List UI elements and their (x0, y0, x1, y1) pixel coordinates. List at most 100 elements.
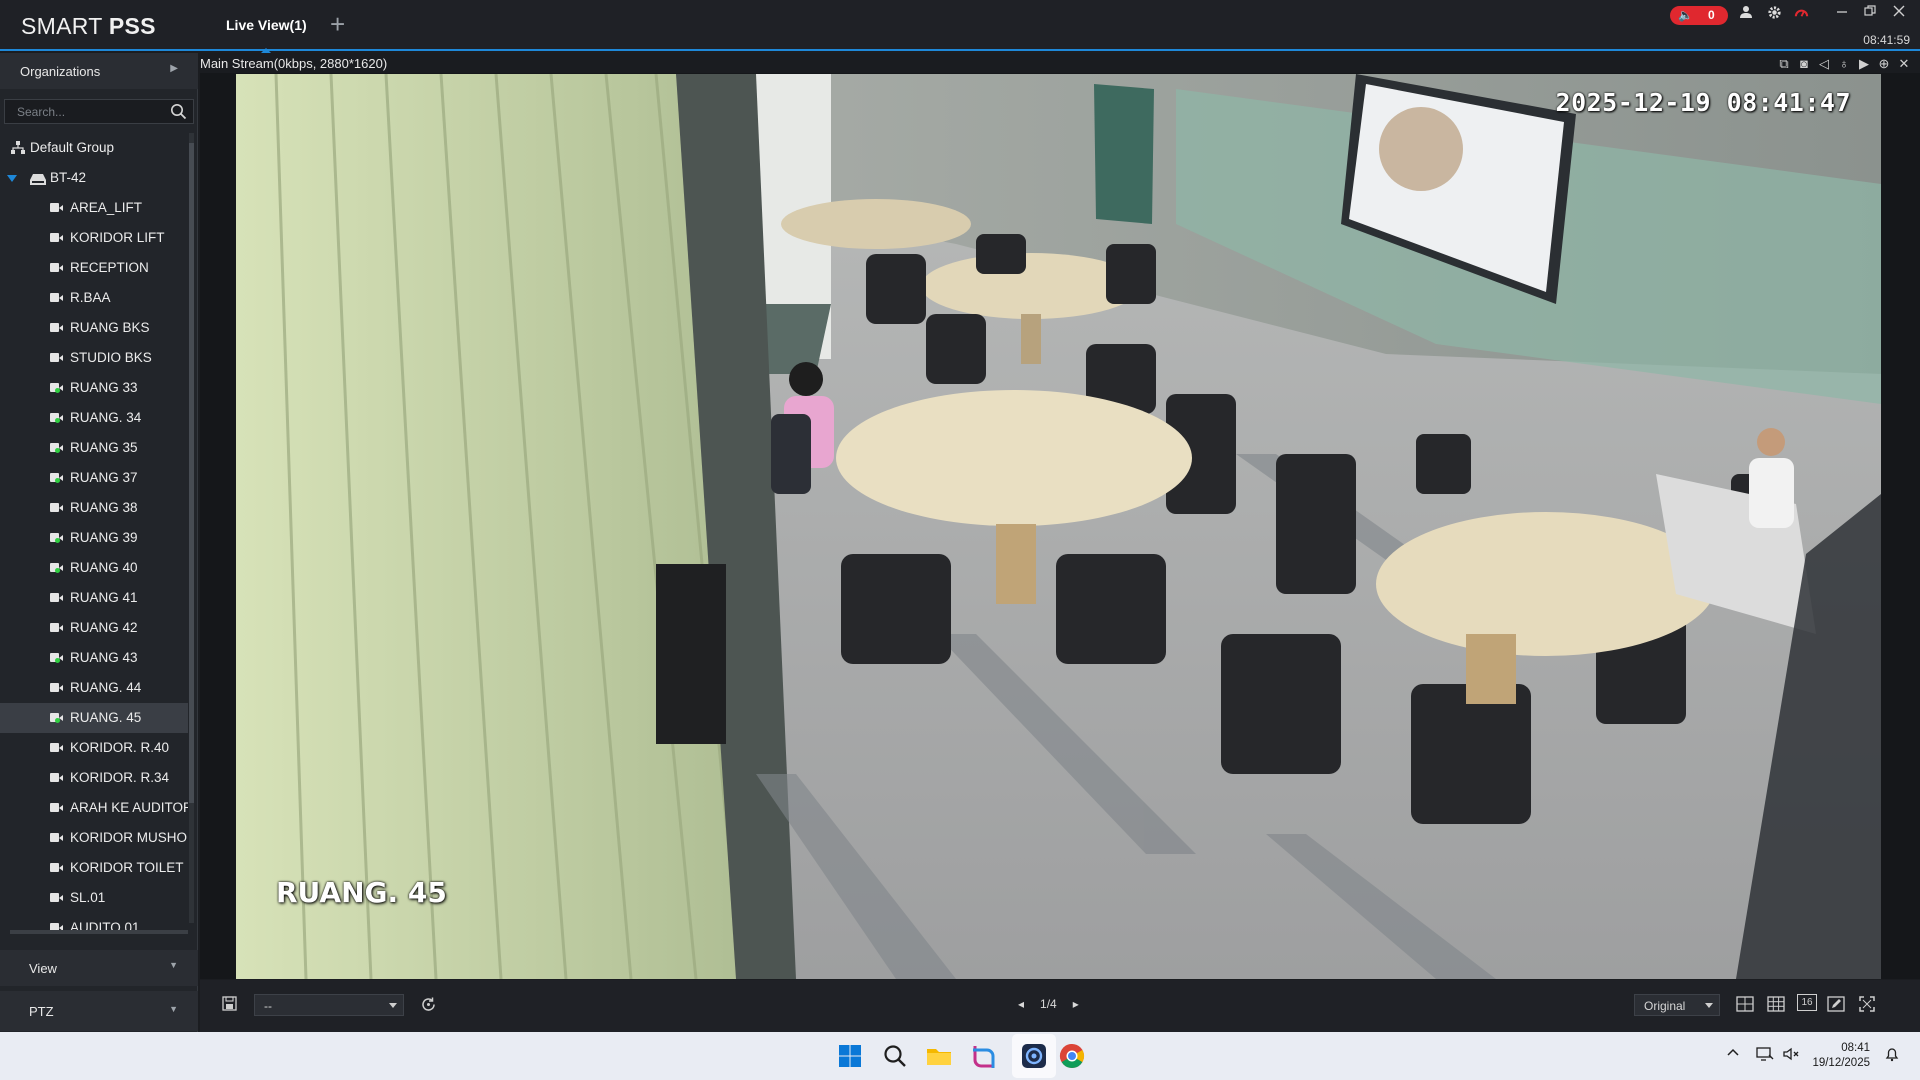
close-icon[interactable] (1893, 4, 1905, 21)
osd-channel-name: RUANG. 45 (276, 876, 447, 909)
tree-camera-item[interactable]: RUANG. 34 (0, 403, 188, 433)
tree-camera-item[interactable]: RUANG 40 (0, 553, 188, 583)
refresh-icon[interactable] (420, 996, 437, 1017)
tree-default-group[interactable]: Default Group (0, 133, 188, 163)
expand-caret-icon[interactable] (7, 175, 17, 182)
snapshot-icon[interactable]: ◙ (1794, 56, 1814, 71)
tree-camera-item[interactable]: R.BAA (0, 283, 188, 313)
tree-camera-item[interactable]: SL.01 (0, 883, 188, 913)
network-icon[interactable] (1756, 1046, 1774, 1065)
camera-label: KORIDOR LIFT (70, 230, 165, 245)
minimize-icon[interactable] (1836, 4, 1848, 21)
tree-horizontal-scrollbar[interactable] (10, 930, 188, 934)
notification-bell-icon[interactable] (1884, 1046, 1900, 1065)
tree-camera-item[interactable]: KORIDOR LIFT (0, 223, 188, 253)
taskbar-search-icon[interactable] (879, 1040, 911, 1072)
zoom-icon[interactable]: ⊕ (1874, 56, 1894, 72)
tree-camera-item[interactable]: RUANG 33 (0, 373, 188, 403)
windows-start-icon[interactable] (834, 1040, 866, 1072)
view-select[interactable]: -- (254, 994, 404, 1016)
fullscreen-icon[interactable] (1859, 996, 1875, 1016)
taskbar-date: 19/12/2025 (1812, 1057, 1870, 1069)
search-icon[interactable] (170, 103, 187, 125)
restore-icon[interactable] (1864, 4, 1876, 21)
chrome-icon[interactable] (1056, 1040, 1088, 1072)
tree-camera-item[interactable]: STUDIO BKS (0, 343, 188, 373)
tree-camera-item[interactable]: KORIDOR MUSHOLA (0, 823, 188, 853)
camera-video-frame[interactable]: 2025-12-19 08:41:47 RUANG. 45 (236, 74, 1881, 979)
camera-label: RUANG. 34 (70, 410, 142, 425)
tree-camera-item[interactable]: RUANG. 45 (0, 703, 188, 733)
tree-camera-item[interactable]: RUANG 39 (0, 523, 188, 553)
layout-9-icon[interactable] (1767, 996, 1785, 1016)
performance-icon[interactable] (1794, 5, 1809, 24)
alarm-button[interactable]: 🔈 0 (1670, 6, 1728, 25)
camera-label: RUANG. 44 (70, 680, 142, 695)
organizations-header[interactable]: Organizations ▶ (0, 53, 198, 89)
save-view-icon[interactable] (222, 996, 237, 1015)
ptz-header[interactable]: PTZ ▼ (0, 991, 198, 1031)
tree-camera-item[interactable]: RUANG 35 (0, 433, 188, 463)
gear-icon[interactable] (1767, 5, 1782, 24)
record-icon[interactable]: ▶ (1854, 56, 1874, 72)
tree-device[interactable]: BT-42 (0, 163, 188, 193)
page-indicator: 1/4 (1040, 997, 1057, 1011)
camera-label: KORIDOR MUSHOLA (70, 830, 188, 845)
tray-overflow-icon[interactable] (1726, 1046, 1740, 1063)
tree-camera-item[interactable]: AUDITO 01 (0, 913, 188, 931)
device-tree: Default Group BT-42 AREA_LIFT KORIDOR LIF… (0, 133, 192, 931)
user-icon[interactable] (1739, 5, 1753, 23)
camera-label: RUANG 41 (70, 590, 138, 605)
file-explorer-icon[interactable] (923, 1040, 955, 1072)
volume-muted-icon[interactable] (1782, 1046, 1800, 1065)
logo-text-light: SMART (21, 13, 109, 39)
camera-icon (50, 683, 63, 692)
prev-page-icon[interactable]: ◂ (1018, 997, 1024, 1011)
tree-camera-item[interactable]: RUANG 37 (0, 463, 188, 493)
switch-stream-icon[interactable]: ⧉ (1774, 56, 1794, 72)
tree-camera-item[interactable]: RUANG 41 (0, 583, 188, 613)
camera-label: RUANG 43 (70, 650, 138, 665)
close-video-icon[interactable]: ✕ (1894, 56, 1914, 72)
tree-camera-item[interactable]: RUANG 38 (0, 493, 188, 523)
add-tab-button[interactable]: + (330, 10, 345, 38)
aspect-ratio-select[interactable]: Original (1634, 994, 1720, 1016)
camera-label: KORIDOR. R.40 (70, 740, 170, 755)
search-input[interactable] (5, 100, 165, 123)
ptz-label: PTZ (29, 1004, 54, 1019)
camera-icon (50, 773, 63, 782)
aspect-ratio-value: Original (1644, 999, 1686, 1013)
tree-camera-item[interactable]: RUANG 42 (0, 613, 188, 643)
smart-pss-taskbar-icon[interactable] (1018, 1040, 1050, 1072)
camera-icon (50, 653, 63, 663)
camera-label: SL.01 (70, 890, 106, 905)
tree-camera-item[interactable]: AREA_LIFT (0, 193, 188, 223)
camera-label: RUANG BKS (70, 320, 150, 335)
snipping-tool-icon[interactable] (967, 1040, 999, 1072)
audio-icon[interactable]: ◁ (1814, 56, 1834, 72)
camera-label: KORIDOR TOILET (70, 860, 184, 875)
layout-4-icon[interactable] (1736, 996, 1754, 1016)
tab-live-view[interactable]: Live View(1) (218, 15, 315, 53)
tree-camera-item[interactable]: KORIDOR. R.34 (0, 763, 188, 793)
tree-scrollbar[interactable] (189, 133, 194, 923)
talk-icon[interactable]: ♁ (1834, 56, 1854, 71)
taskbar-time: 08:41 (1841, 1042, 1870, 1054)
taskbar-clock[interactable]: 08:41 19/12/2025 (1812, 1041, 1870, 1071)
tree-camera-item[interactable]: RUANG 43 (0, 643, 188, 673)
live-view-pane[interactable]: Main Stream(0kbps, 2880*1620) ⧉ ◙ ◁ ♁ ▶ ⊕ ✕ (200, 53, 1920, 979)
tree-camera-item[interactable]: RECEPTION (0, 253, 188, 283)
edit-layout-icon[interactable] (1827, 996, 1845, 1016)
camera-icon (50, 263, 63, 272)
tree-camera-item[interactable]: KORIDOR. R.40 (0, 733, 188, 763)
view-header[interactable]: View ▼ (0, 950, 198, 986)
tree-camera-item[interactable]: RUANG BKS (0, 313, 188, 343)
tree-camera-item[interactable]: RUANG. 44 (0, 673, 188, 703)
tree-scroll-thumb[interactable] (189, 143, 194, 803)
chevron-down-icon (1705, 1003, 1713, 1008)
tree-camera-item[interactable]: ARAH KE AUDITORIUM (0, 793, 188, 823)
next-page-icon[interactable]: ▸ (1073, 997, 1079, 1011)
tree-camera-item[interactable]: KORIDOR TOILET (0, 853, 188, 883)
layout-16-icon[interactable]: 16 (1797, 994, 1817, 1011)
camera-label: AREA_LIFT (70, 200, 143, 215)
